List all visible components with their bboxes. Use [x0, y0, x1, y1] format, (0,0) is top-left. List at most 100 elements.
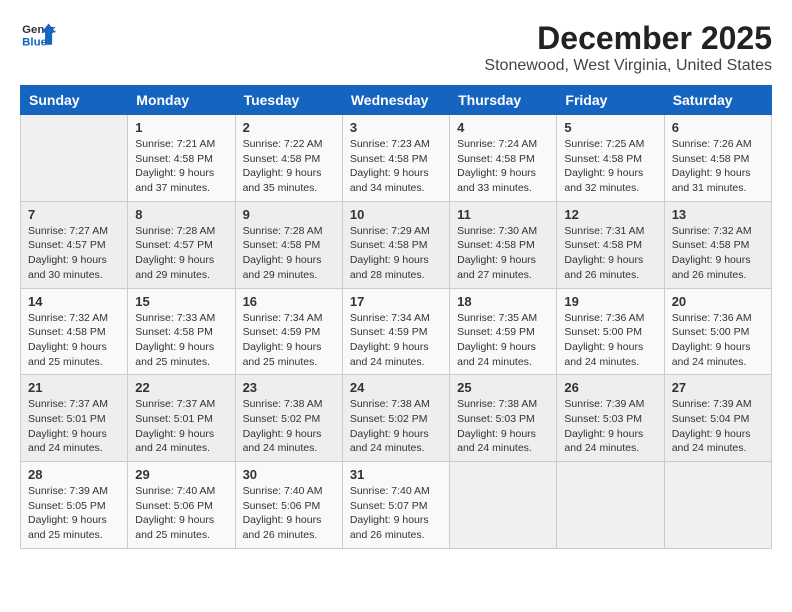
calendar-cell: 6Sunrise: 7:26 AM Sunset: 4:58 PM Daylig…: [664, 115, 771, 202]
day-info: Sunrise: 7:37 AM Sunset: 5:01 PM Dayligh…: [135, 397, 227, 456]
calendar-cell: 31 Sunrise: 7:40 AM Sunset: 5:07 PM Dayli…: [342, 462, 449, 549]
calendar-week-row: 1Sunrise: 7:21 AM Sunset: 4:58 PM Daylig…: [21, 115, 772, 202]
day-number: 22: [135, 380, 227, 395]
day-header-thursday: Thursday: [450, 86, 557, 115]
day-info: Sunrise: 7:38 AM Sunset: 5:02 PM Dayligh…: [350, 397, 442, 456]
day-number: 31: [350, 467, 442, 482]
day-number: 25: [457, 380, 549, 395]
calendar-cell: 1Sunrise: 7:21 AM Sunset: 4:58 PM Daylig…: [128, 115, 235, 202]
day-info: Sunrise: 7:32 AM Sunset: 4:58 PM Dayligh…: [28, 311, 120, 370]
day-header-wednesday: Wednesday: [342, 86, 449, 115]
calendar-cell: 15Sunrise: 7:33 AM Sunset: 4:58 PM Dayli…: [128, 288, 235, 375]
day-number: 20: [672, 294, 764, 309]
day-number: 11: [457, 207, 549, 222]
calendar-cell: 17 Sunrise: 7:34 AM Sunset: 4:59 PM Dayli…: [342, 288, 449, 375]
day-number: 12: [564, 207, 656, 222]
day-info: Sunrise: 7:36 AM Sunset: 5:00 PM Dayligh…: [672, 311, 764, 370]
calendar-cell: 11 Sunrise: 7:30 AM Sunset: 4:58 PM Dayli…: [450, 201, 557, 288]
calendar-cell: [21, 115, 128, 202]
day-info: Sunrise: 7:34 AM Sunset: 4:59 PM Dayligh…: [350, 311, 442, 370]
calendar-cell: 30Sunrise: 7:40 AM Sunset: 5:06 PM Dayli…: [235, 462, 342, 549]
day-number: 3: [350, 120, 442, 135]
day-info: Sunrise: 7:32 AM Sunset: 4:58 PM Dayligh…: [672, 224, 764, 283]
day-number: 10: [350, 207, 442, 222]
day-info: Sunrise: 7:24 AM Sunset: 4:58 PM Dayligh…: [457, 137, 549, 196]
day-info: Sunrise: 7:35 AM Sunset: 4:59 PM Dayligh…: [457, 311, 549, 370]
calendar-cell: 9 Sunrise: 7:28 AM Sunset: 4:58 PM Daylig…: [235, 201, 342, 288]
calendar-cell: 19Sunrise: 7:36 AM Sunset: 5:00 PM Dayli…: [557, 288, 664, 375]
calendar-cell: 20 Sunrise: 7:36 AM Sunset: 5:00 PM Dayli…: [664, 288, 771, 375]
day-info: Sunrise: 7:40 AM Sunset: 5:07 PM Dayligh…: [350, 484, 442, 543]
calendar-cell: 25 Sunrise: 7:38 AM Sunset: 5:03 PM Dayli…: [450, 375, 557, 462]
calendar-cell: 14 Sunrise: 7:32 AM Sunset: 4:58 PM Dayli…: [21, 288, 128, 375]
logo-icon: General Blue: [20, 20, 56, 50]
day-number: 18: [457, 294, 549, 309]
svg-text:Blue: Blue: [22, 37, 47, 49]
calendar-table: SundayMondayTuesdayWednesdayThursdayFrid…: [20, 85, 772, 549]
day-info: Sunrise: 7:25 AM Sunset: 4:58 PM Dayligh…: [564, 137, 656, 196]
day-info: Sunrise: 7:37 AM Sunset: 5:01 PM Dayligh…: [28, 397, 120, 456]
page-subtitle: Stonewood, West Virginia, United States: [484, 57, 772, 75]
day-number: 4: [457, 120, 549, 135]
day-info: Sunrise: 7:29 AM Sunset: 4:58 PM Dayligh…: [350, 224, 442, 283]
calendar-week-row: 28Sunrise: 7:39 AM Sunset: 5:05 PM Dayli…: [21, 462, 772, 549]
day-number: 17: [350, 294, 442, 309]
calendar-cell: [557, 462, 664, 549]
calendar-cell: [450, 462, 557, 549]
day-number: 9: [243, 207, 335, 222]
day-number: 23: [243, 380, 335, 395]
calendar-cell: [664, 462, 771, 549]
day-info: Sunrise: 7:38 AM Sunset: 5:03 PM Dayligh…: [457, 397, 549, 456]
calendar-cell: 2 Sunrise: 7:22 AM Sunset: 4:58 PM Daylig…: [235, 115, 342, 202]
calendar-cell: 26 Sunrise: 7:39 AM Sunset: 5:03 PM Dayli…: [557, 375, 664, 462]
day-info: Sunrise: 7:40 AM Sunset: 5:06 PM Dayligh…: [135, 484, 227, 543]
calendar-cell: 12 Sunrise: 7:31 AM Sunset: 4:58 PM Dayli…: [557, 201, 664, 288]
day-header-saturday: Saturday: [664, 86, 771, 115]
calendar-cell: 8Sunrise: 7:28 AM Sunset: 4:57 PM Daylig…: [128, 201, 235, 288]
day-header-monday: Monday: [128, 86, 235, 115]
calendar-cell: 3Sunrise: 7:23 AM Sunset: 4:58 PM Daylig…: [342, 115, 449, 202]
day-number: 6: [672, 120, 764, 135]
calendar-cell: 21 Sunrise: 7:37 AM Sunset: 5:01 PM Dayli…: [21, 375, 128, 462]
calendar-cell: 24Sunrise: 7:38 AM Sunset: 5:02 PM Dayli…: [342, 375, 449, 462]
title-block: December 2025 Stonewood, West Virginia, …: [484, 20, 772, 75]
day-info: Sunrise: 7:27 AM Sunset: 4:57 PM Dayligh…: [28, 224, 120, 283]
calendar-week-row: 7Sunrise: 7:27 AM Sunset: 4:57 PM Daylig…: [21, 201, 772, 288]
calendar-cell: 18 Sunrise: 7:35 AM Sunset: 4:59 PM Dayli…: [450, 288, 557, 375]
page-header: General Blue December 2025 Stonewood, We…: [20, 20, 772, 75]
day-info: Sunrise: 7:22 AM Sunset: 4:58 PM Dayligh…: [243, 137, 335, 196]
day-number: 26: [564, 380, 656, 395]
day-number: 30: [243, 467, 335, 482]
day-info: Sunrise: 7:39 AM Sunset: 5:03 PM Dayligh…: [564, 397, 656, 456]
calendar-cell: 27Sunrise: 7:39 AM Sunset: 5:04 PM Dayli…: [664, 375, 771, 462]
day-info: Sunrise: 7:39 AM Sunset: 5:05 PM Dayligh…: [28, 484, 120, 543]
day-number: 5: [564, 120, 656, 135]
day-number: 29: [135, 467, 227, 482]
calendar-header-row: SundayMondayTuesdayWednesdayThursdayFrid…: [21, 86, 772, 115]
calendar-cell: 16 Sunrise: 7:34 AM Sunset: 4:59 PM Dayli…: [235, 288, 342, 375]
day-number: 8: [135, 207, 227, 222]
day-info: Sunrise: 7:31 AM Sunset: 4:58 PM Dayligh…: [564, 224, 656, 283]
day-info: Sunrise: 7:28 AM Sunset: 4:58 PM Dayligh…: [243, 224, 335, 283]
calendar-cell: 28Sunrise: 7:39 AM Sunset: 5:05 PM Dayli…: [21, 462, 128, 549]
day-number: 2: [243, 120, 335, 135]
day-number: 13: [672, 207, 764, 222]
calendar-week-row: 21 Sunrise: 7:37 AM Sunset: 5:01 PM Dayli…: [21, 375, 772, 462]
day-info: Sunrise: 7:38 AM Sunset: 5:02 PM Dayligh…: [243, 397, 335, 456]
calendar-cell: 4 Sunrise: 7:24 AM Sunset: 4:58 PM Daylig…: [450, 115, 557, 202]
page-title: December 2025: [484, 20, 772, 57]
calendar-cell: 13 Sunrise: 7:32 AM Sunset: 4:58 PM Dayli…: [664, 201, 771, 288]
day-header-friday: Friday: [557, 86, 664, 115]
day-number: 27: [672, 380, 764, 395]
calendar-cell: 7Sunrise: 7:27 AM Sunset: 4:57 PM Daylig…: [21, 201, 128, 288]
calendar-cell: 5 Sunrise: 7:25 AM Sunset: 4:58 PM Daylig…: [557, 115, 664, 202]
calendar-week-row: 14 Sunrise: 7:32 AM Sunset: 4:58 PM Dayli…: [21, 288, 772, 375]
day-header-sunday: Sunday: [21, 86, 128, 115]
day-info: Sunrise: 7:34 AM Sunset: 4:59 PM Dayligh…: [243, 311, 335, 370]
calendar-cell: 23 Sunrise: 7:38 AM Sunset: 5:02 PM Dayli…: [235, 375, 342, 462]
day-number: 21: [28, 380, 120, 395]
day-info: Sunrise: 7:30 AM Sunset: 4:58 PM Dayligh…: [457, 224, 549, 283]
calendar-cell: 22 Sunrise: 7:37 AM Sunset: 5:01 PM Dayli…: [128, 375, 235, 462]
day-number: 14: [28, 294, 120, 309]
day-number: 16: [243, 294, 335, 309]
